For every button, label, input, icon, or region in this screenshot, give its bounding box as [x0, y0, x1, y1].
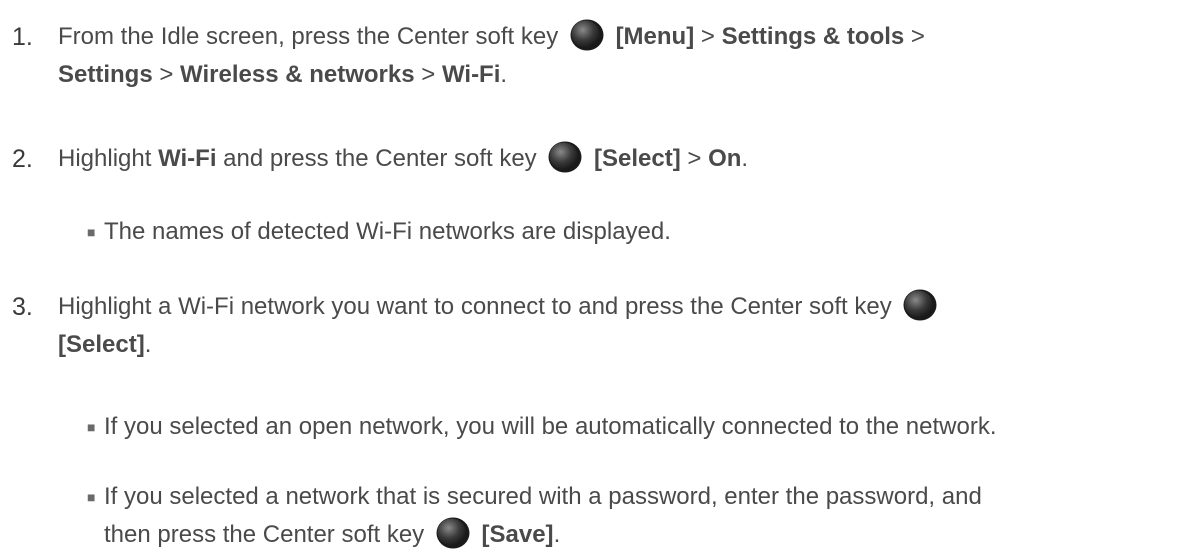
step-text: Highlight: [58, 145, 152, 172]
center-soft-key-icon: [569, 18, 605, 52]
step-body: Highlight Wi-Fi and press the Center sof…: [58, 140, 1204, 178]
separator: >: [159, 61, 174, 88]
instruction-page: 1. From the Idle screen, press the Cente…: [0, 0, 1204, 555]
step-line: From the Idle screen, press the Center s…: [58, 18, 1204, 56]
step-body: From the Idle screen, press the Center s…: [58, 18, 1204, 94]
select-label: [Select]: [594, 145, 681, 172]
bullet-line: then press the Center soft key [Save].: [104, 516, 1204, 554]
step-text: From the Idle screen, press the Center s…: [58, 23, 559, 50]
period: .: [500, 61, 508, 88]
bullet-marker: ■: [87, 489, 96, 505]
separator: >: [421, 61, 436, 88]
center-soft-key-icon: [902, 288, 938, 322]
wifi-label: Wi-Fi: [441, 61, 501, 88]
center-soft-key-icon: [547, 140, 583, 174]
period: .: [553, 521, 561, 548]
on-label: On: [708, 145, 742, 172]
separator: >: [910, 23, 925, 50]
center-soft-key-icon: [435, 516, 471, 550]
step-number: 1.: [12, 23, 33, 51]
bullet-body: If you selected a network that is secure…: [104, 478, 1204, 554]
step-number: 3.: [12, 293, 33, 321]
settings-label: Settings: [58, 61, 153, 88]
bullet-marker: ■: [87, 224, 96, 240]
step-number: 2.: [12, 145, 33, 173]
select-label: [Select]: [58, 331, 145, 358]
step-line: Highlight Wi-Fi and press the Center sof…: [58, 140, 1204, 178]
period: .: [144, 331, 152, 358]
wifi-label: Wi-Fi: [158, 145, 217, 172]
step-line: Highlight a Wi-Fi network you want to co…: [58, 288, 1204, 326]
bullet-line: If you selected a network that is secure…: [104, 483, 982, 510]
bullet-marker: ■: [87, 419, 96, 435]
period: .: [741, 145, 749, 172]
bullet-text: The names of detected Wi-Fi networks are…: [104, 218, 671, 245]
save-label: [Save]: [481, 521, 554, 548]
step-text: Highlight a Wi-Fi network you want to co…: [58, 293, 892, 320]
wireless-networks-label: Wireless & networks: [180, 61, 415, 88]
settings-tools-label: Settings & tools: [721, 23, 905, 50]
separator: >: [700, 23, 715, 50]
bullet-text: If you selected an open network, you wil…: [104, 413, 997, 440]
step-line: Settings > Wireless & networks > Wi-Fi.: [58, 56, 1204, 94]
step-line: [Select].: [58, 326, 1204, 364]
step-text: and press the Center soft key: [223, 145, 537, 172]
step-body: Highlight a Wi-Fi network you want to co…: [58, 288, 1204, 364]
separator: >: [687, 145, 702, 172]
menu-label: [Menu]: [615, 23, 695, 50]
bullet-text: then press the Center soft key: [104, 521, 425, 548]
